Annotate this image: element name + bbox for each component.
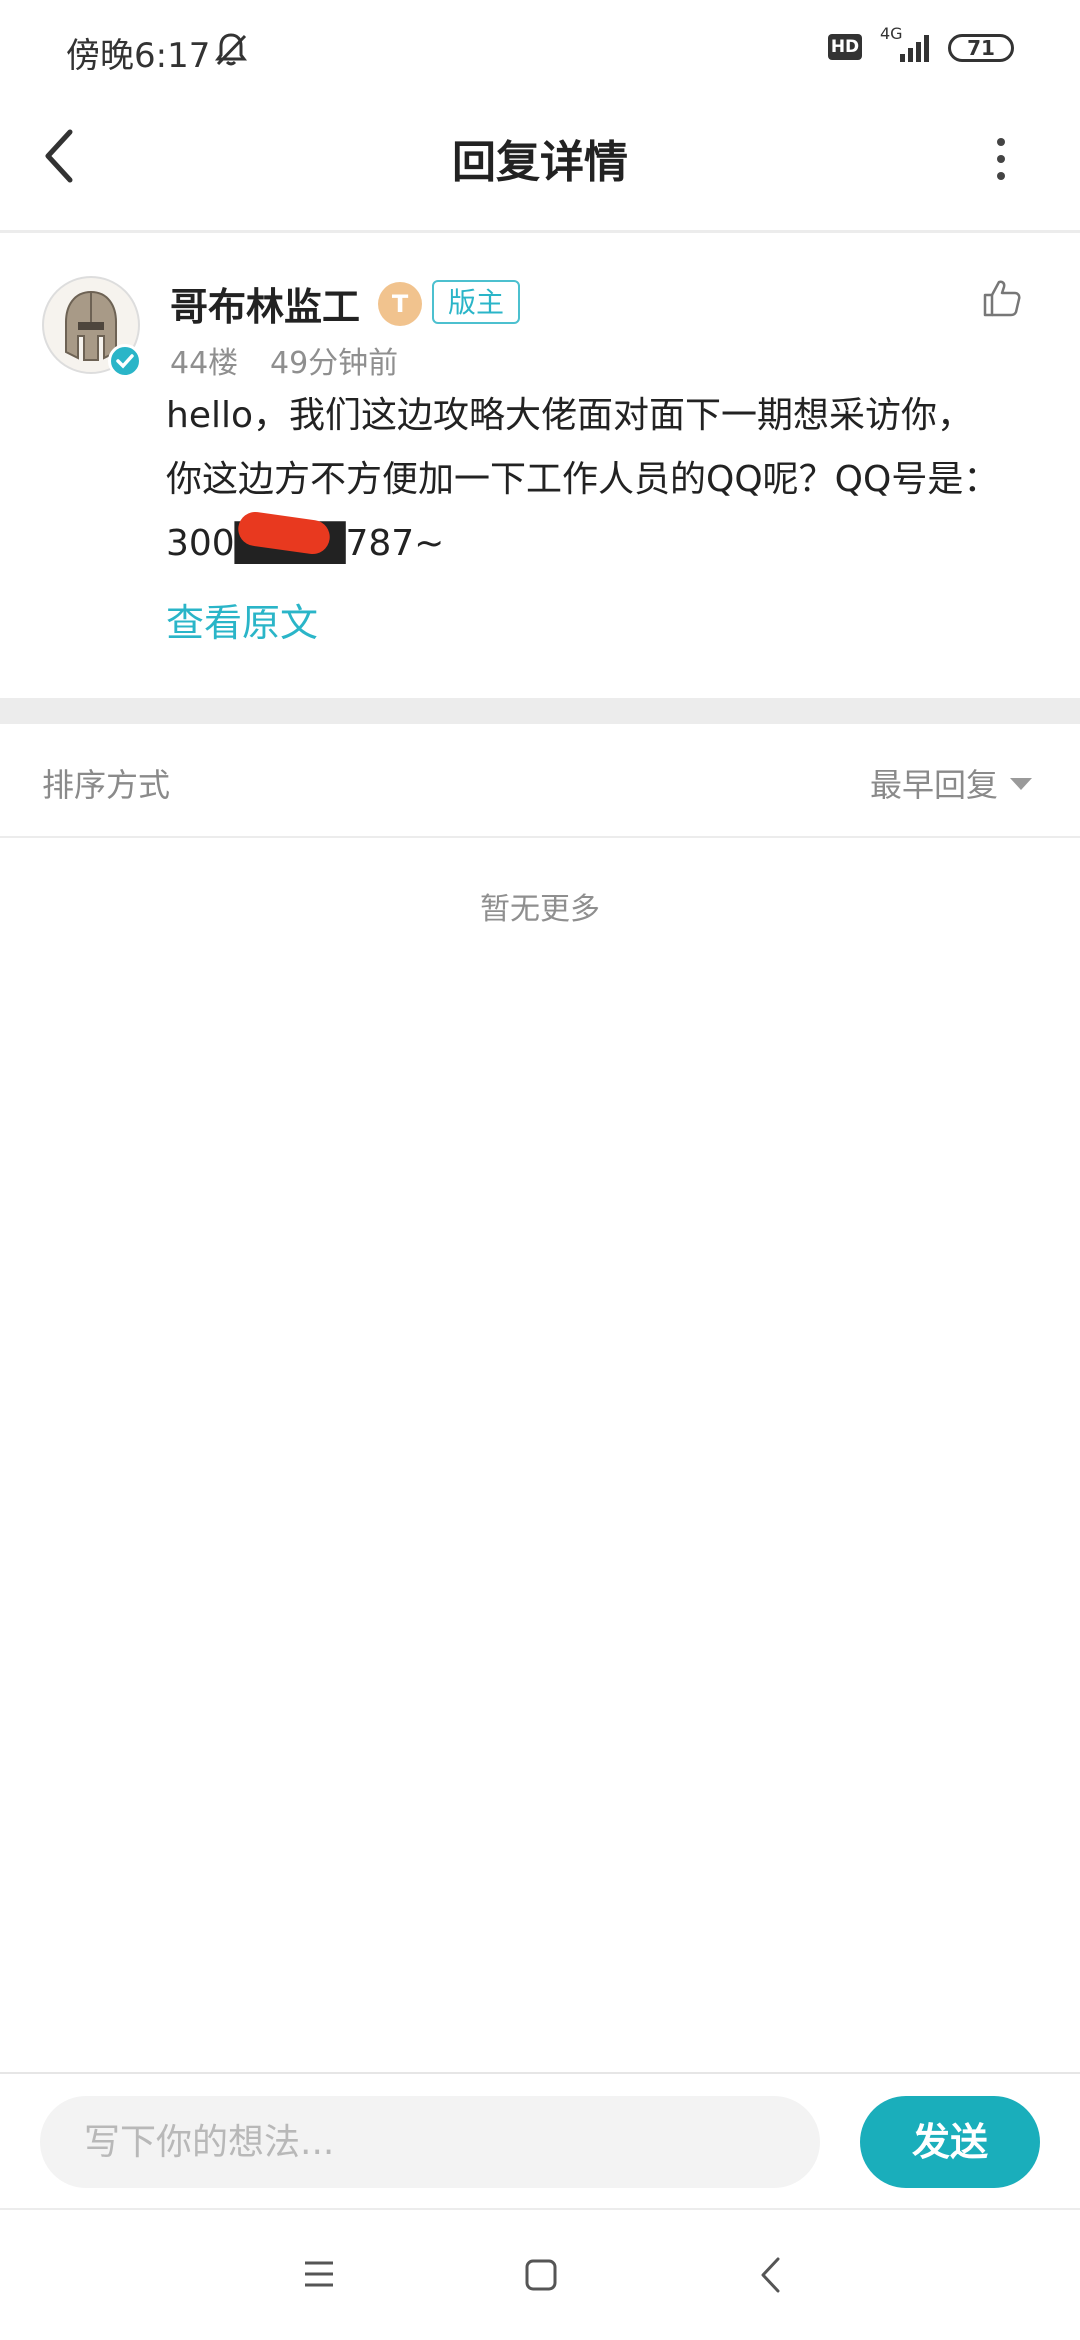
comment-input[interactable] [40,2096,820,2188]
empty-state-text: 暂无更多 [480,892,600,927]
back-icon[interactable] [756,2254,786,2296]
sort-dropdown[interactable]: 最早回复 [870,760,998,806]
post-content-line: 你这边方不方便加一下工作人员的QQ呢？QQ号是： [166,459,1000,500]
moderator-badge: 版主 [432,280,521,324]
composer-divider [0,2072,1080,2074]
sort-divider [0,836,1080,838]
signal-icon [900,35,929,62]
sort-label: 排序方式 [42,766,171,804]
section-divider [0,698,1080,724]
view-original-link[interactable]: 查看原文 [166,592,318,647]
nav-divider [0,2208,1080,2210]
verified-icon [108,344,142,378]
send-button[interactable]: 发送 [860,2096,1040,2188]
bell-muted-icon [215,33,247,66]
header-divider [0,230,1080,233]
post-content-line: hello，我们这边攻略大佬面对面下一期想采访你， [166,395,973,436]
post-time: 49分钟前 [270,346,399,381]
floor-number: 44楼 [170,346,239,381]
level-badge: T [378,282,422,326]
username[interactable]: 哥布林监工 [170,276,360,331]
menu-icon[interactable] [302,2256,336,2292]
chevron-down-icon[interactable] [1010,778,1032,790]
more-vertical-icon[interactable] [986,134,1016,184]
battery-icon: 71 [948,34,1014,62]
home-square-icon[interactable] [524,2258,558,2292]
page-title: 回复详情 [452,137,628,188]
hd-badge: HD [828,34,862,60]
status-time: 傍晚6:17 [66,36,211,76]
thumbs-up-icon[interactable] [980,276,1024,320]
